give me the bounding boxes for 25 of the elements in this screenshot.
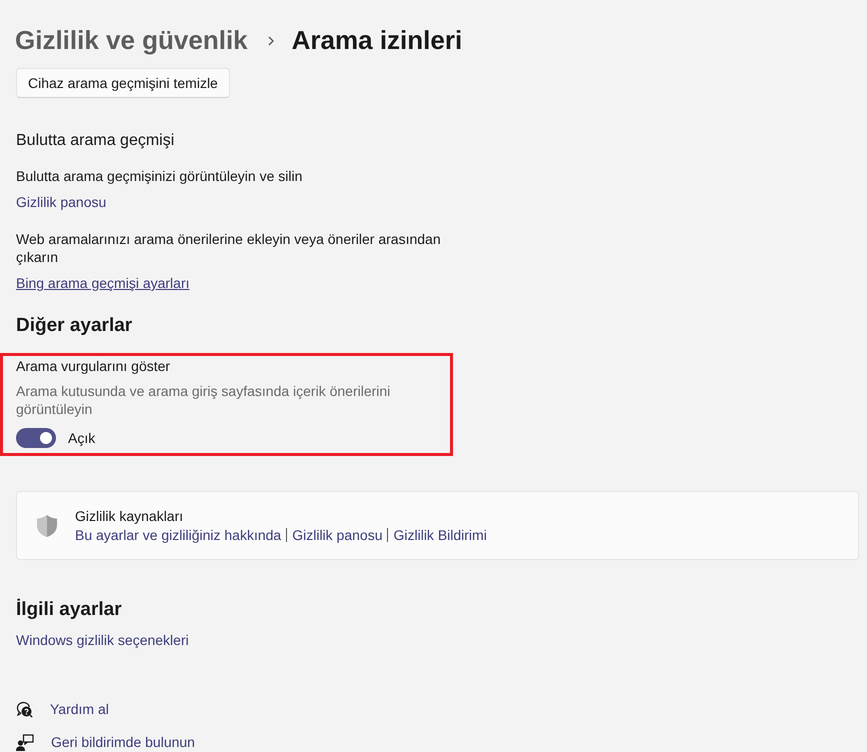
settings-link[interactable]: Bing arama geçmişi ayarları (16, 274, 190, 292)
setting-description: Bulutta arama geçmişinizi görüntüleyin ve silin (16, 167, 302, 185)
privacy-link[interactable]: Bu ayarlar ve gizliliğiniz hakkında (75, 526, 282, 544)
page-title: Arama izinleri (292, 24, 462, 57)
toggle-state-label: Açık (68, 429, 96, 447)
shield-icon (36, 514, 58, 538)
setting-title: Arama vurgularını göster (16, 357, 170, 375)
privacy-link[interactable]: Gizlilik Bildirimi (393, 526, 487, 544)
settings-link[interactable]: Windows gizlilik seçenekleri (16, 631, 189, 649)
section-subtitle: Bulutta arama geçmişi (16, 131, 174, 151)
privacy-link[interactable]: Gizlilik panosu (292, 526, 382, 544)
feedback-icon (16, 734, 34, 750)
section-title: Diğer ayarlar (16, 314, 132, 338)
section-title: İlgili ayarlar (16, 598, 122, 622)
card-title: Gizlilik kaynakları (75, 507, 184, 525)
help-icon (16, 700, 33, 718)
chevron-icon (268, 36, 274, 46)
help-link[interactable]: Geri bildirimde bulunun (51, 733, 195, 751)
toggle-switch[interactable] (16, 428, 56, 448)
settings-link[interactable]: Gizlilik panosu (16, 193, 106, 211)
help-link[interactable]: Yardım al (50, 700, 109, 718)
setting-description: Arama kutusunda ve arama giriş sayfasında içerik önerilerini görüntüleyin (16, 382, 392, 418)
setting-description: Web aramalarınızı arama önerilerine ekleyin veya öneriler arasından çıkarın (16, 230, 442, 266)
clear-history-button[interactable]: Cihaz arama geçmişini temizle (16, 68, 230, 98)
breadcrumb-parent[interactable]: Gizlilik ve güvenlik (15, 22, 248, 58)
